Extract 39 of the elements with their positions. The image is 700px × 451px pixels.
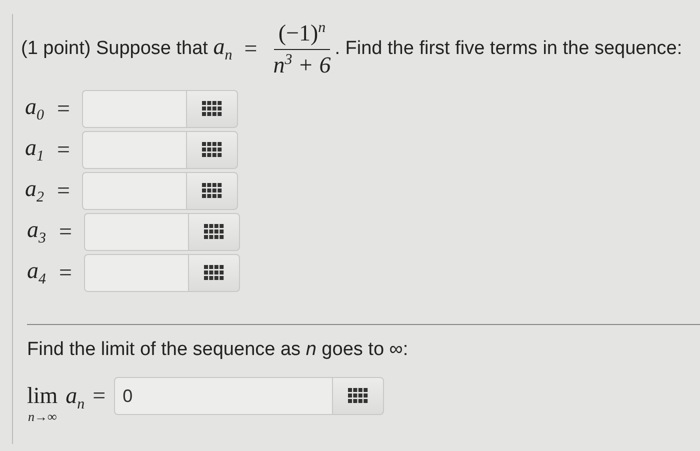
term-label: a$_{3}$: [26, 216, 47, 248]
term-label: a$_{2}$: [24, 176, 45, 206]
equation-editor-button[interactable]: [188, 254, 240, 292]
equals-sign: =: [244, 36, 258, 62]
lim-operator: lim: [27, 383, 58, 409]
equals-sign: =: [57, 96, 70, 122]
grid-icon: [202, 183, 222, 199]
numerator: (−1)$^{n}$: [274, 20, 330, 50]
equals-sign: =: [92, 383, 106, 409]
equals-sign: =: [59, 219, 72, 245]
equals-sign: =: [59, 260, 72, 286]
term-label: a$_{0}$: [24, 94, 45, 124]
question-text: (1 point) Suppose that: [21, 38, 208, 60]
equation-editor-button[interactable]: [186, 172, 238, 210]
equation-editor-button[interactable]: [188, 213, 240, 251]
term-label: a$_{1}$: [24, 134, 45, 166]
answer-field[interactable]: [82, 90, 186, 128]
grid-icon: [202, 101, 222, 117]
grid-icon: [202, 142, 222, 158]
term-label: a$_{4}$: [26, 258, 47, 288]
answer-field[interactable]: [84, 213, 188, 251]
answer-field[interactable]: [82, 131, 186, 169]
math-term: a$_{n}$: [66, 383, 85, 414]
math-term: a$_{n}$: [213, 34, 232, 64]
equation-editor-button[interactable]: [332, 377, 384, 415]
equals-sign: =: [57, 178, 70, 204]
grid-icon: [204, 265, 224, 281]
grid-icon: [204, 224, 224, 240]
limit-subscript: n→∞: [28, 409, 57, 425]
answer-field[interactable]: [84, 254, 188, 292]
question-text: . Find the first five terms in the sequence:: [334, 38, 682, 60]
equation-editor-button[interactable]: [186, 90, 238, 128]
grid-icon: [348, 388, 368, 404]
limit-prompt: Find the limit of the sequence as n goes to ∞:: [27, 339, 410, 361]
answer-field[interactable]: 0: [114, 377, 332, 415]
equals-sign: =: [57, 137, 70, 163]
denominator: n$^{3}$ + 6: [273, 50, 331, 78]
answer-field[interactable]: [82, 172, 186, 210]
equation-editor-button[interactable]: [186, 131, 238, 169]
